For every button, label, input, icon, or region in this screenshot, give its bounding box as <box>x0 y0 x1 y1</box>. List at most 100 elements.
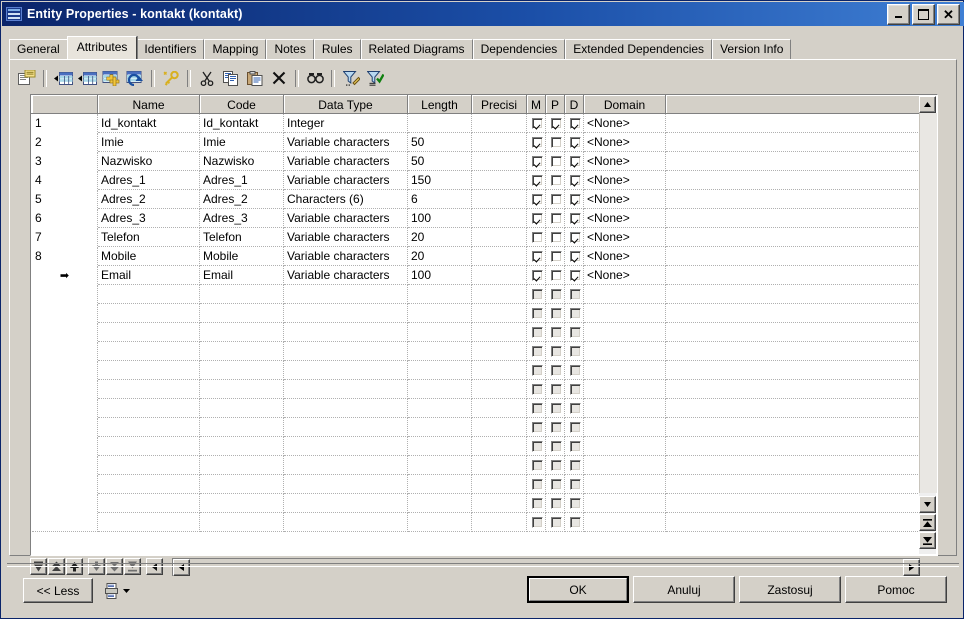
cell-precision[interactable] <box>471 208 527 228</box>
cell-code[interactable]: Mobile <box>199 246 284 266</box>
help-button[interactable]: Pomoc <box>845 576 947 603</box>
cell-type[interactable] <box>283 455 408 475</box>
scroll-to-bottom-button[interactable] <box>919 532 936 549</box>
checkbox-mandatory[interactable] <box>532 137 543 149</box>
table-row-empty[interactable] <box>31 474 921 494</box>
checkbox-mandatory[interactable] <box>532 118 543 130</box>
cell-precision[interactable] <box>471 132 527 152</box>
cell-length[interactable] <box>407 303 472 323</box>
cell-name[interactable] <box>97 360 200 380</box>
checkbox-mandatory[interactable] <box>532 194 543 206</box>
replicate-icon[interactable] <box>123 67 147 89</box>
tab-attributes[interactable]: Attributes <box>66 36 138 59</box>
column-header-code[interactable]: Code <box>199 95 284 114</box>
cell-mandatory[interactable] <box>526 132 546 152</box>
cell-precision[interactable] <box>471 474 527 494</box>
cell-type[interactable]: Variable characters <box>283 208 408 228</box>
cell-primary[interactable] <box>545 246 565 266</box>
vertical-scroll-track[interactable] <box>919 113 937 493</box>
row-number[interactable] <box>31 303 98 323</box>
cell-primary[interactable] <box>545 265 565 285</box>
cell-domain[interactable] <box>583 493 666 513</box>
cell-domain[interactable]: <None> <box>583 265 666 285</box>
column-header-precision[interactable]: Precisi <box>471 95 527 114</box>
cell-code[interactable]: Imie <box>199 132 284 152</box>
cell-precision[interactable] <box>471 417 527 437</box>
cell-type[interactable]: Integer <box>283 113 408 133</box>
cell-primary[interactable] <box>545 113 565 133</box>
add-row-icon[interactable] <box>75 67 99 89</box>
print-dropdown-arrow[interactable] <box>123 589 130 593</box>
cell-primary[interactable] <box>545 189 565 209</box>
cell-domain[interactable] <box>583 436 666 456</box>
cell-displayed[interactable] <box>564 170 584 190</box>
cell-length[interactable] <box>407 417 472 437</box>
checkbox-displayed[interactable] <box>570 251 581 263</box>
checkbox-primary[interactable] <box>551 232 562 244</box>
table-row[interactable]: 7 Telefon Telefon Variable characters 20 <Non… <box>31 227 921 247</box>
tab-general[interactable]: General <box>9 39 68 59</box>
cell-primary[interactable] <box>545 227 565 247</box>
apply-filter-icon[interactable] <box>363 67 387 89</box>
table-row-empty[interactable] <box>31 303 921 323</box>
cell-length[interactable]: 150 <box>407 170 472 190</box>
cell-code[interactable] <box>199 398 284 418</box>
paste-icon[interactable] <box>243 67 267 89</box>
cell-domain[interactable]: <None> <box>583 189 666 209</box>
cell-precision[interactable] <box>471 493 527 513</box>
cell-length[interactable] <box>407 398 472 418</box>
row-number[interactable]: 1 <box>31 113 98 133</box>
cell-domain[interactable] <box>583 322 666 342</box>
cell-length[interactable]: 100 <box>407 208 472 228</box>
cell-primary[interactable] <box>545 151 565 171</box>
tab-version-info[interactable]: Version Info <box>712 39 792 59</box>
cell-domain[interactable]: <None> <box>583 246 666 266</box>
row-number[interactable] <box>31 493 98 513</box>
cell-displayed[interactable] <box>564 246 584 266</box>
vertical-scrollbar[interactable] <box>919 96 937 554</box>
cell-code[interactable] <box>199 360 284 380</box>
cell-length[interactable]: 20 <box>407 227 472 247</box>
table-row[interactable]: 5 Adres_2 Adres_2 Characters (6) 6 <None> <box>31 189 921 209</box>
cell-type[interactable]: Characters (6) <box>283 189 408 209</box>
row-number[interactable]: 6 <box>31 208 98 228</box>
cell-length[interactable] <box>407 512 472 532</box>
less-button[interactable]: << Less <box>23 578 93 603</box>
cell-type[interactable] <box>283 512 408 532</box>
table-row-empty[interactable] <box>31 341 921 361</box>
cell-precision[interactable] <box>471 265 527 285</box>
cell-code[interactable]: Adres_1 <box>199 170 284 190</box>
cell-domain[interactable]: <None> <box>583 227 666 247</box>
scroll-up-button[interactable] <box>919 96 936 113</box>
cell-code[interactable]: Email <box>199 265 284 285</box>
row-number[interactable] <box>31 341 98 361</box>
row-number[interactable]: 5 <box>31 189 98 209</box>
cell-code[interactable] <box>199 284 284 304</box>
apply-button[interactable]: Zastosuj <box>739 576 841 603</box>
table-row[interactable]: 2 Imie Imie Variable characters 50 <None> <box>31 132 921 152</box>
cell-type[interactable] <box>283 398 408 418</box>
checkbox-displayed[interactable] <box>570 175 581 187</box>
cell-code[interactable] <box>199 493 284 513</box>
checkbox-mandatory[interactable] <box>532 232 543 244</box>
cell-mandatory[interactable] <box>526 227 546 247</box>
cell-domain[interactable]: <None> <box>583 132 666 152</box>
cell-code[interactable] <box>199 341 284 361</box>
cell-length[interactable] <box>407 436 472 456</box>
cell-name[interactable]: Adres_3 <box>97 208 200 228</box>
row-number[interactable] <box>31 417 98 437</box>
cell-code[interactable]: Id_kontakt <box>199 113 284 133</box>
cell-type[interactable] <box>283 417 408 437</box>
checkbox-displayed[interactable] <box>570 137 581 149</box>
cell-precision[interactable] <box>471 227 527 247</box>
cell-domain[interactable] <box>583 398 666 418</box>
cell-precision[interactable] <box>471 189 527 209</box>
column-header-d[interactable]: D <box>564 95 584 114</box>
cell-primary[interactable] <box>545 208 565 228</box>
cell-type[interactable] <box>283 474 408 494</box>
cell-displayed[interactable] <box>564 265 584 285</box>
cell-name[interactable] <box>97 303 200 323</box>
cell-name[interactable] <box>97 512 200 532</box>
tab-notes[interactable]: Notes <box>266 39 314 59</box>
cell-type[interactable] <box>283 493 408 513</box>
